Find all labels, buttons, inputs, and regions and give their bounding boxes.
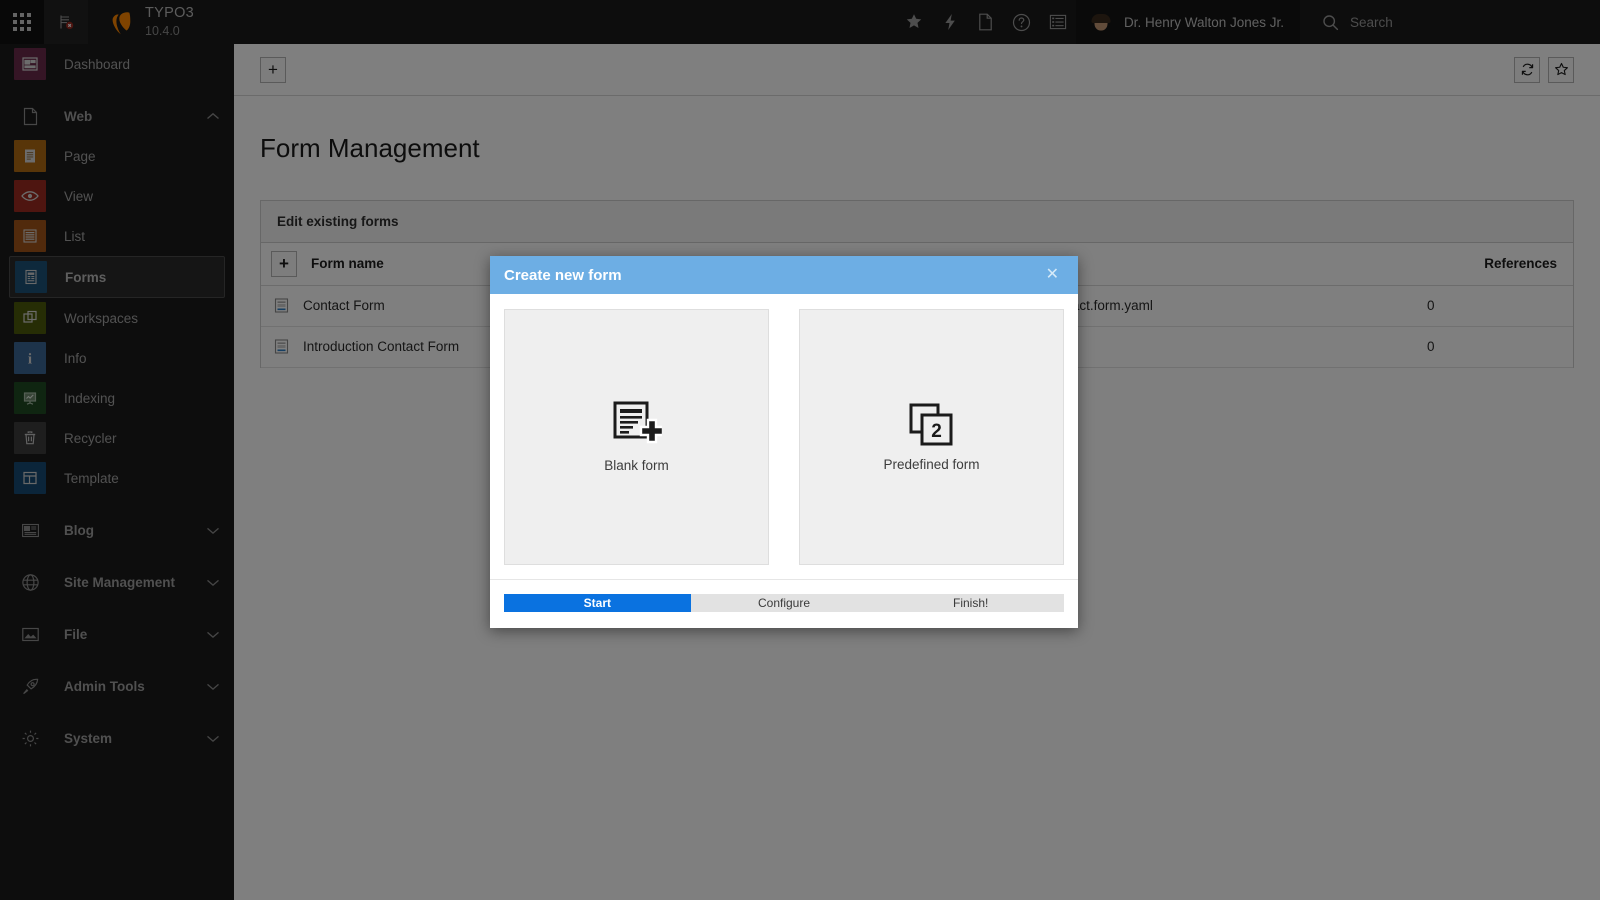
modal-body: Blank form 2 Predefined form — [490, 294, 1078, 565]
wizard-step-configure[interactable]: Configure — [691, 594, 878, 612]
modal-header: Create new form ✕ — [490, 256, 1078, 294]
option-blank-form[interactable]: Blank form — [504, 309, 769, 565]
modal-title: Create new form — [504, 267, 622, 284]
modal-footer: Start Configure Finish! — [490, 579, 1078, 628]
stacked-copies-two-icon: 2 — [908, 402, 956, 448]
option-label: Blank form — [604, 458, 669, 473]
wizard-step-start[interactable]: Start — [504, 594, 691, 612]
wizard-progress: Start Configure Finish! — [504, 594, 1064, 612]
wizard-step-finish[interactable]: Finish! — [877, 594, 1064, 612]
option-label: Predefined form — [883, 457, 979, 472]
svg-text:2: 2 — [931, 421, 942, 442]
document-plus-icon — [612, 401, 662, 449]
option-predefined-form[interactable]: 2 Predefined form — [799, 309, 1064, 565]
close-icon[interactable]: ✕ — [1041, 264, 1064, 286]
create-new-form-modal: Create new form ✕ — [490, 256, 1078, 628]
